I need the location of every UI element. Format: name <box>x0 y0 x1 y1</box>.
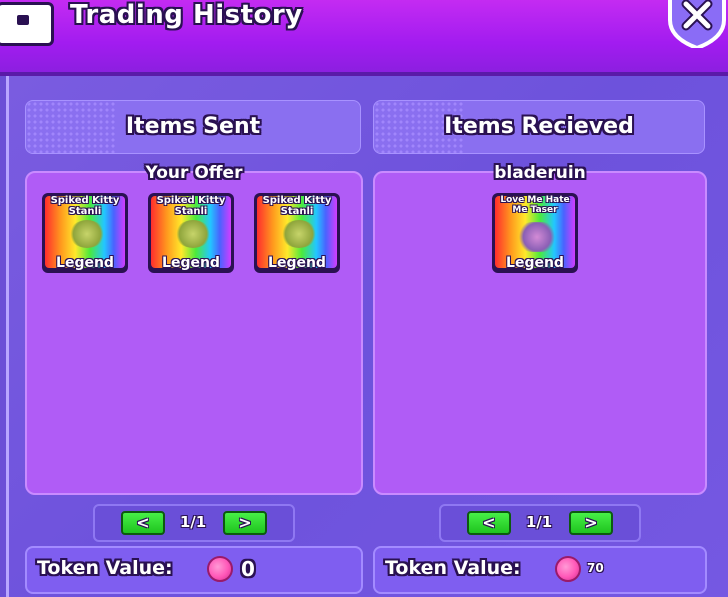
item-card[interactable]: Love Me Hate Me Taser Legend <box>492 193 578 273</box>
received-token-value: Token Value: 70 <box>373 546 707 594</box>
received-prev-button[interactable]: < <box>467 511 511 535</box>
sent-token-value: Token Value: 0 <box>25 546 363 594</box>
received-page-indicator: 1/1 <box>525 513 553 531</box>
bladeruin-offer-box: bladeruin Love Me Hate Me Taser Legend <box>373 163 707 495</box>
item-name: Love Me Hate Me Taser <box>500 195 570 215</box>
sent-token-label: Token Value: <box>37 557 173 579</box>
close-icon <box>668 0 726 51</box>
sent-pager: < 1/1 > <box>93 504 295 542</box>
token-coin-icon <box>555 556 581 582</box>
window-title: Trading History <box>70 0 303 30</box>
received-token-label: Token Value: <box>385 557 521 579</box>
your-offer-title: Your Offer <box>145 163 243 183</box>
header-bar: Trading History <box>0 0 728 76</box>
received-pager: < 1/1 > <box>439 504 641 542</box>
sent-token-amount: 0 <box>241 557 255 581</box>
sent-page-indicator: 1/1 <box>179 513 207 531</box>
item-name: Spiked Kitty Stanli <box>262 195 332 217</box>
item-rarity: Legend <box>506 255 564 271</box>
sent-prev-button[interactable]: < <box>121 511 165 535</box>
received-next-button[interactable]: > <box>569 511 613 535</box>
item-rarity: Legend <box>162 255 220 271</box>
your-offer-box: Your Offer Spiked Kitty Stanli Legend Sp… <box>25 163 363 495</box>
sent-next-button[interactable]: > <box>223 511 267 535</box>
items-sent-heading: Items Sent <box>125 114 261 139</box>
item-name: Spiked Kitty Stanli <box>50 195 120 217</box>
item-rarity: Legend <box>56 255 114 271</box>
items-received-heading: Items Recieved <box>444 114 634 139</box>
token-coin-icon <box>207 556 233 582</box>
item-card[interactable]: Spiked Kitty Stanli Legend <box>42 193 128 273</box>
items-received-header: Items Recieved <box>373 100 705 154</box>
item-rarity: Legend <box>268 255 326 271</box>
item-card[interactable]: Spiked Kitty Stanli Legend <box>254 193 340 273</box>
trading-history-window: Items Sent Your Offer Spiked Kitty Stanl… <box>6 76 728 597</box>
chest-icon <box>0 2 54 46</box>
received-token-amount: 70 <box>587 561 604 575</box>
close-button[interactable] <box>664 0 728 51</box>
item-name: Spiked Kitty Stanli <box>156 195 226 217</box>
trade-partner-name: bladeruin <box>494 163 586 183</box>
items-sent-header: Items Sent <box>25 100 361 154</box>
item-card[interactable]: Spiked Kitty Stanli Legend <box>148 193 234 273</box>
